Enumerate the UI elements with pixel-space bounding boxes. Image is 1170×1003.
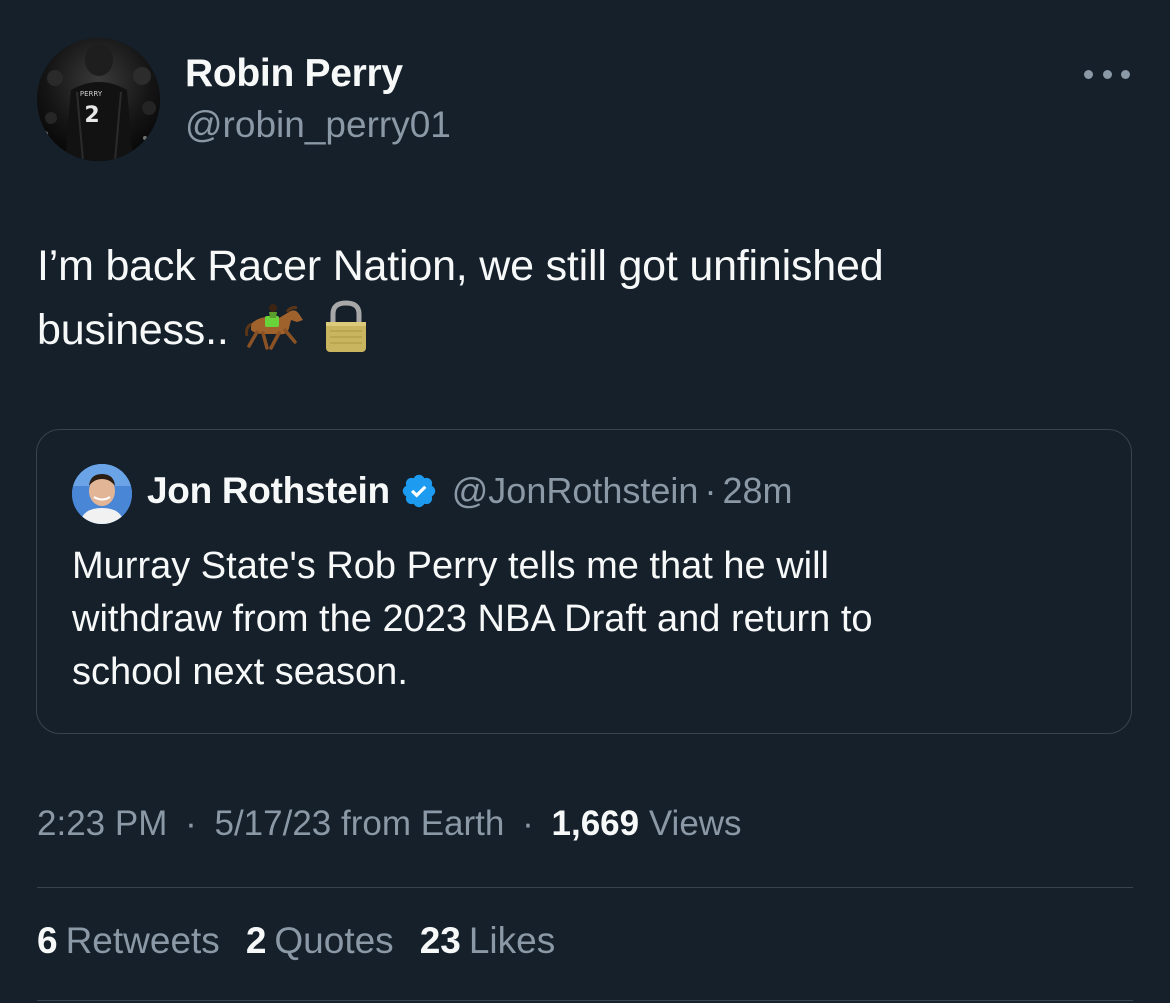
quoted-tweet-time[interactable]: 28m <box>722 470 792 512</box>
engagement-stats: 6 Retweets 2 Quotes 23 Likes <box>37 920 581 962</box>
quotes-count: 2 <box>245 920 267 961</box>
likes-label: Likes <box>468 920 556 961</box>
separator-dot: · <box>704 470 717 511</box>
quoted-avatar-image <box>72 464 132 524</box>
tweet-text-line: business.. <box>37 306 229 354</box>
quoted-tweet-text: Murray State's Rob Perry tells me that h… <box>72 540 1102 699</box>
avatar-image: PERRY 2 <box>37 38 160 161</box>
divider <box>37 1000 1133 1001</box>
author-name[interactable]: Robin Perry <box>185 52 403 96</box>
retweets-stat[interactable]: 6 Retweets <box>37 920 220 962</box>
separator-dot: · <box>522 804 534 843</box>
quotes-label: Quotes <box>274 920 394 961</box>
lock-emoji-icon <box>321 300 371 372</box>
more-options-icon[interactable] <box>1084 62 1130 86</box>
likes-count: 23 <box>419 920 461 961</box>
divider <box>37 887 1133 888</box>
quoted-tweet-header: Jon Rothstein @JonRothstein · 28m <box>147 470 792 512</box>
dot-icon <box>1102 69 1112 79</box>
tweet-text-line: I’m back Racer Nation, we still got unfi… <box>37 242 884 290</box>
likes-stat[interactable]: 23 Likes <box>420 920 556 962</box>
quoted-author-handle[interactable]: @JonRothstein <box>452 470 699 512</box>
quoted-text-line: Murray State's Rob Perry tells me that h… <box>72 545 829 587</box>
dot-icon <box>1121 69 1130 79</box>
horse-racing-emoji-icon <box>243 302 307 372</box>
avatar-jersey-number: 2 <box>84 103 99 128</box>
quotes-stat[interactable]: 2 Quotes <box>246 920 394 962</box>
quoted-author-name[interactable]: Jon Rothstein <box>147 470 390 512</box>
dot-icon <box>1084 69 1093 79</box>
views-label: Views <box>648 804 742 843</box>
tweet-date-location[interactable]: 5/17/23 from Earth <box>214 804 504 843</box>
author-avatar[interactable]: PERRY 2 <box>37 38 160 161</box>
views-count: 1,669 <box>551 804 640 843</box>
tweet-text-line-with-emoji: business.. <box>37 298 1127 372</box>
quoted-text-line: withdraw from the 2023 NBA Draft and ret… <box>72 598 873 640</box>
author-handle[interactable]: @robin_perry01 <box>185 104 451 146</box>
svg-text:PERRY: PERRY <box>80 90 103 98</box>
tweet-time[interactable]: 2:23 PM <box>37 804 167 843</box>
quoted-text-line: school next season. <box>72 651 408 693</box>
separator-dot: · <box>185 804 197 843</box>
tweet-detail-view: PERRY 2 Robin Perry @robin_perry01 I’m b… <box>0 0 1170 1003</box>
quoted-author-avatar[interactable] <box>72 464 132 524</box>
tweet-meta: 2:23 PM · 5/17/23 from Earth · 1,669 Vie… <box>37 804 742 844</box>
quoted-tweet[interactable]: Jon Rothstein @JonRothstein · 28m Murray… <box>36 429 1132 734</box>
verified-badge-icon <box>400 472 438 510</box>
tweet-text: I’m back Racer Nation, we still got unfi… <box>37 234 1127 372</box>
retweets-count: 6 <box>37 920 58 961</box>
retweets-label: Retweets <box>65 920 220 961</box>
